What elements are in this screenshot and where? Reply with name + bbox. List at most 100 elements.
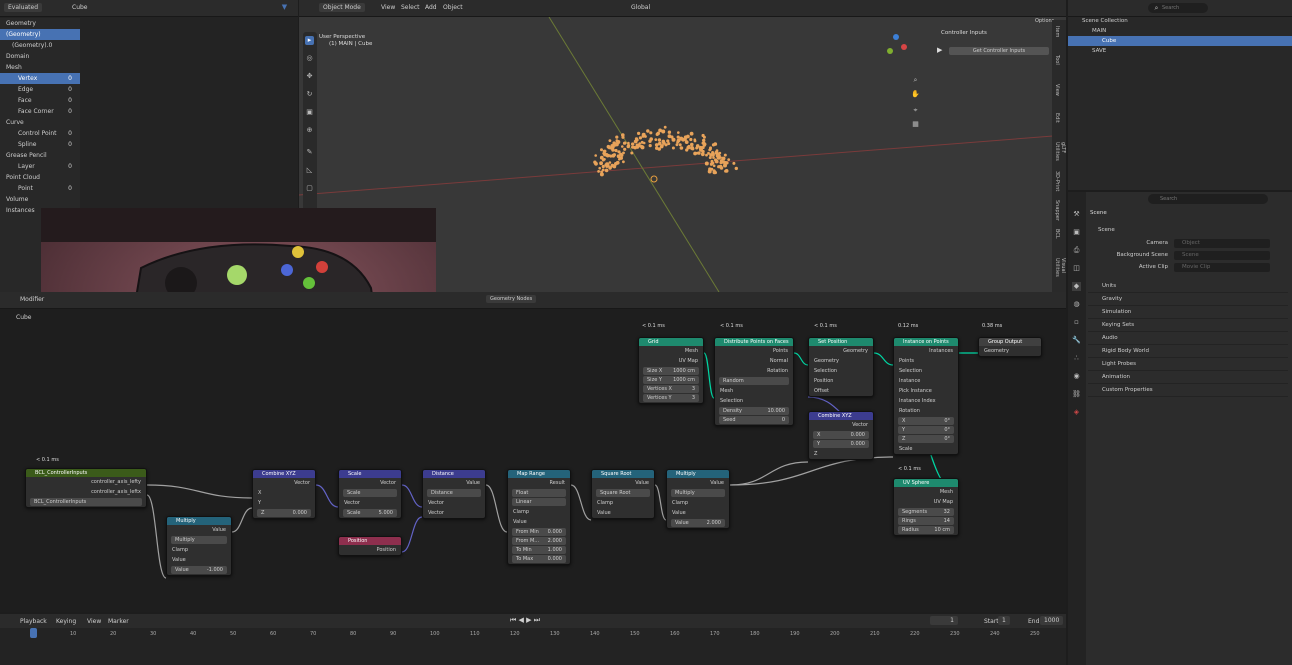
sidebar-tab[interactable]: Item <box>1054 26 1060 53</box>
scene-tab-icon[interactable]: ◆ <box>1072 282 1081 291</box>
node-header[interactable]: Scale <box>339 470 401 478</box>
node-header[interactable]: Distance <box>423 470 485 478</box>
node-header[interactable]: Combine XYZ <box>809 412 873 420</box>
node-field[interactable]: Value 2.000 <box>671 519 725 527</box>
data-tab-icon[interactable]: ◈ <box>1072 408 1081 417</box>
spreadsheet-row[interactable]: Layer 0 <box>0 161 80 172</box>
zoom-icon[interactable]: ⌕ <box>911 76 920 85</box>
current-frame-field[interactable]: 1 <box>930 616 958 625</box>
filter-icon[interactable]: ▼ <box>280 3 289 12</box>
node-field[interactable]: X 0.000 <box>813 431 869 439</box>
outliner-item[interactable]: MAIN <box>1068 26 1292 36</box>
menu-select[interactable]: Select <box>401 4 420 11</box>
outliner-item[interactable]: Cube <box>1068 36 1292 46</box>
evaluated-dropdown[interactable]: Evaluated <box>4 3 43 12</box>
outliner-item[interactable]: Scene Collection <box>1068 16 1292 26</box>
spreadsheet-row[interactable]: Edge 0 <box>0 84 80 95</box>
node-socket-row[interactable]: Pick Instance <box>894 386 958 396</box>
properties-panel[interactable]: Animation <box>1088 371 1288 384</box>
menu-keying[interactable]: Keying <box>56 618 76 625</box>
node-header[interactable]: Instance on Points <box>894 338 958 346</box>
output-tab-icon[interactable]: ⎙ <box>1072 246 1081 255</box>
particles-tab-icon[interactable]: ∴ <box>1072 354 1081 363</box>
node-header[interactable]: Distribute Points on Faces <box>715 338 793 346</box>
node-scale[interactable]: Scale Vector Scale Vector Scale 5.000 <box>338 469 402 519</box>
spreadsheet-row[interactable]: Curve <box>0 117 80 128</box>
properties-panel[interactable]: Audio <box>1088 332 1288 345</box>
node-header[interactable]: Grid <box>639 338 703 346</box>
node-field[interactable]: Z 0.000 <box>257 509 311 517</box>
object-tab-icon[interactable]: ▫ <box>1072 318 1081 327</box>
node-header[interactable]: UV Sphere <box>894 479 958 487</box>
navigation-gizmo[interactable] <box>885 34 907 56</box>
menu-object[interactable]: Object <box>443 4 463 11</box>
playhead[interactable] <box>30 628 37 638</box>
property-field[interactable]: Object <box>1174 238 1270 248</box>
node-editor[interactable]: Modifier Geometry Nodes Cube < 0.1 ms BCL… <box>0 292 1066 612</box>
measure-tool-icon[interactable]: ◺ <box>305 166 314 175</box>
sidebar-tab[interactable]: 3D-Print <box>1054 171 1060 198</box>
node-combine1[interactable]: Combine XYZ Vector X Y Z 0.000 <box>252 469 316 519</box>
physics-tab-icon[interactable]: ◉ <box>1072 372 1081 381</box>
node-field[interactable]: Square Root <box>596 489 650 497</box>
node-field[interactable]: Multiply <box>671 489 725 497</box>
menu-marker[interactable]: Marker <box>108 618 129 625</box>
pan-hand-icon[interactable]: ✋ <box>911 90 920 99</box>
outliner-item[interactable]: SAVE <box>1068 46 1292 56</box>
node-field[interactable]: Vertices X 3 <box>643 385 699 393</box>
spreadsheet-row[interactable]: Volume <box>0 194 80 205</box>
node-header[interactable]: Combine XYZ <box>253 470 315 478</box>
node-field[interactable]: Float <box>512 489 566 497</box>
node-field[interactable]: Size X 1000 cm <box>643 367 699 375</box>
sidebar-tab[interactable]: gLTF Utilities <box>1054 142 1066 169</box>
node-combine2[interactable]: Combine XYZ Vector X 0.000 Y 0.000 Z <box>808 411 874 460</box>
sidebar-tab[interactable]: BCL <box>1054 229 1060 256</box>
properties-panel[interactable]: Rigid Body World <box>1088 345 1288 358</box>
properties-panel[interactable]: Units <box>1088 280 1288 293</box>
tool-tab-icon[interactable]: ⚒ <box>1072 210 1081 219</box>
sidebar-tab[interactable]: Visual Utilities <box>1054 258 1066 285</box>
node-multiply2[interactable]: Multiply Value Multiply Clamp Value Value 2.00… <box>666 469 730 529</box>
node-field[interactable]: Y 0° <box>898 426 954 434</box>
ortho-grid-icon[interactable]: ▦ <box>911 120 920 129</box>
node-field[interactable]: To Max 0.000 <box>512 555 566 563</box>
node-field[interactable]: Seed 0 <box>719 416 789 424</box>
node-header[interactable]: Position <box>339 537 401 545</box>
sidebar-tab[interactable]: View <box>1054 84 1060 111</box>
scale-tool-icon[interactable]: ▣ <box>305 108 314 117</box>
node-field[interactable]: Multiply <box>171 536 227 544</box>
sidebar-tab[interactable]: Snapper <box>1054 200 1060 227</box>
view-layer-tab-icon[interactable]: ◫ <box>1072 264 1081 273</box>
node-grid[interactable]: Grid Mesh UV Map Size X 1000 cm Size Y 1000 cm… <box>638 337 704 404</box>
node-uvsphere[interactable]: UV Sphere Mesh UV Map Segments 32 Rings 14 Radi… <box>893 478 959 536</box>
node-field[interactable]: Z 0° <box>898 435 954 443</box>
move-tool-icon[interactable]: ✥ <box>305 72 314 81</box>
properties-panel[interactable]: Light Probes <box>1088 358 1288 371</box>
annotate-tool-icon[interactable]: ✎ <box>305 148 314 157</box>
node-sqrt[interactable]: Square Root Value Square Root Clamp Value <box>591 469 655 519</box>
node-field[interactable]: Density 10.000 <box>719 407 789 415</box>
node-distribute[interactable]: Distribute Points on Faces Points Normal Ro… <box>714 337 794 426</box>
properties-panel[interactable]: Gravity <box>1088 293 1288 306</box>
node-field[interactable]: Scale <box>343 489 397 497</box>
mode-dropdown[interactable]: Object Mode <box>319 3 365 12</box>
scene-section-title[interactable]: Scene <box>1088 224 1288 237</box>
property-field[interactable]: Movie Clip <box>1174 262 1270 272</box>
property-field[interactable]: Scene <box>1174 250 1270 260</box>
node-controller[interactable]: BCL_ControllerInputs controller_axis_left… <box>25 468 147 508</box>
node-field[interactable]: Distance <box>427 489 481 497</box>
node-instance[interactable]: Instance on Points Instances Points Selecti… <box>893 337 959 455</box>
node-setpos[interactable]: Set Position Geometry Geometry Selection Pos… <box>808 337 874 397</box>
properties-panel[interactable]: Simulation <box>1088 306 1288 319</box>
node-header[interactable]: Group Output <box>979 338 1041 346</box>
spreadsheet-row[interactable]: Face 0 <box>0 95 80 106</box>
node-header[interactable]: Multiply <box>667 470 729 478</box>
spreadsheet-row[interactable]: Spline 0 <box>0 139 80 150</box>
node-field[interactable]: From M... 2.000 <box>512 537 566 545</box>
spreadsheet-row[interactable]: Grease Pencil <box>0 150 80 161</box>
render-tab-icon[interactable]: ▣ <box>1072 228 1081 237</box>
orientation-dropdown[interactable]: Global <box>631 4 650 11</box>
node-field[interactable]: Size Y 1000 cm <box>643 376 699 384</box>
spreadsheet-row[interactable]: Domain <box>0 51 80 62</box>
spreadsheet-row[interactable]: (Geometry).0 <box>0 40 80 51</box>
